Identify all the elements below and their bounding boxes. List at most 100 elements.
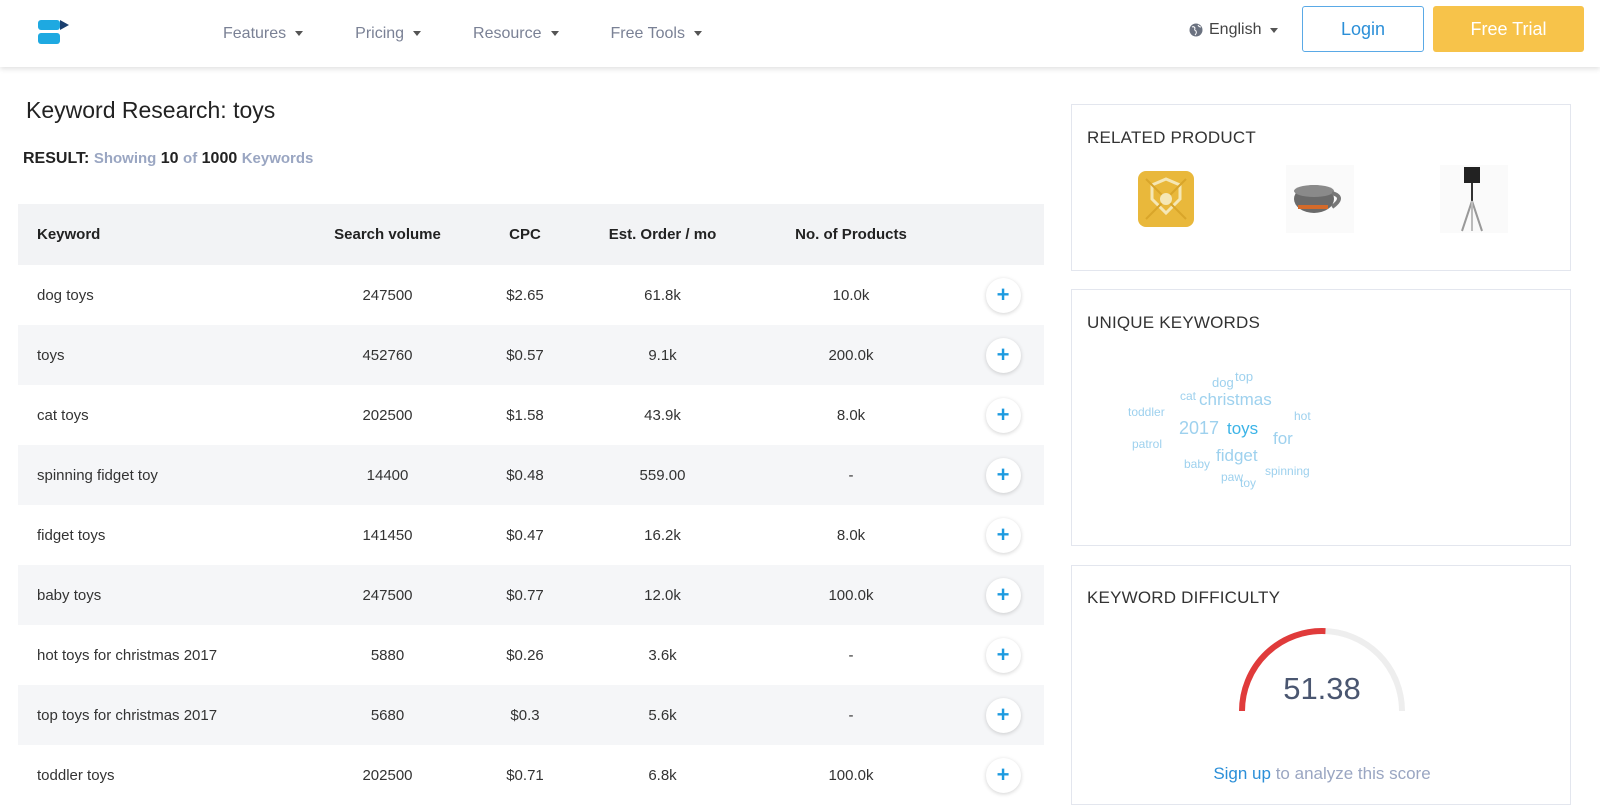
page-title: Keyword Research: toys <box>26 97 276 123</box>
nav-features-label: Features <box>223 24 287 42</box>
add-keyword-button[interactable]: + <box>985 697 1021 733</box>
unique-keywords-panel: UNIQUE KEYWORDS dog top cat christmas to… <box>1071 289 1571 546</box>
cloud-word[interactable]: toys <box>1227 419 1258 439</box>
cell-no-of-products: 10.0k <box>832 286 870 304</box>
table-row: dog toys 247500 $2.65 61.8k 10.0k + <box>18 265 1044 325</box>
free-trial-button[interactable]: Free Trial <box>1433 6 1584 52</box>
nav-free-tools[interactable]: Free Tools <box>611 25 702 43</box>
cell-cpc: $2.65 <box>506 286 544 304</box>
globe-icon <box>1189 23 1203 37</box>
cloud-word[interactable]: baby <box>1184 457 1210 471</box>
related-product-panel: RELATED PRODUCT <box>1071 104 1571 271</box>
row-action: + <box>962 337 1044 373</box>
cell-cpc: $0.26 <box>506 646 544 664</box>
brand-logo-icon[interactable] <box>36 18 76 46</box>
result-label: RESULT: <box>23 150 90 167</box>
cell-search-volume: 5880 <box>370 646 405 664</box>
header-keyword[interactable]: Keyword <box>18 226 310 243</box>
chevron-down-icon <box>295 31 304 36</box>
add-keyword-button[interactable]: + <box>985 757 1021 793</box>
table-row: spinning fidget toy 14400 $0.48 559.00 - + <box>18 445 1044 505</box>
table-row: baby toys 247500 $0.77 12.0k 100.0k + <box>18 565 1044 625</box>
cloud-word[interactable]: hot <box>1294 409 1311 423</box>
cloud-word[interactable]: toddler <box>1128 405 1165 419</box>
chevron-down-icon <box>1270 27 1279 33</box>
cell-search-volume: 247500 <box>362 586 413 604</box>
nav-free-tools-label: Free Tools <box>610 24 685 42</box>
cell-keyword: fidget toys <box>37 526 106 544</box>
cell-keyword: dog toys <box>37 286 94 304</box>
table-body: dog toys 247500 $2.65 61.8k 10.0k + toys 452760… <box>18 265 1044 805</box>
cloud-word[interactable]: 2017 <box>1179 418 1219 439</box>
difficulty-score: 51.38 <box>1283 671 1361 706</box>
cell-no-of-products: 200.0k <box>828 346 874 364</box>
row-action: + <box>962 697 1044 733</box>
table-row: hot toys for christmas 2017 5880 $0.26 3.6k… <box>18 625 1044 685</box>
nav-resource[interactable]: Resource <box>473 24 559 43</box>
chevron-down-icon <box>693 31 702 36</box>
cell-est-order: 43.9k <box>644 406 681 424</box>
cloud-word[interactable]: dog <box>1212 375 1234 390</box>
add-keyword-button[interactable]: + <box>985 397 1021 433</box>
nav-resource-label: Resource <box>473 24 542 42</box>
cell-keyword: baby toys <box>37 586 102 604</box>
table-header-row: Keyword Search volume CPC Est. Order / m… <box>18 204 1044 265</box>
login-button[interactable]: Login <box>1302 6 1424 52</box>
cell-est-order: 16.2k <box>644 526 681 544</box>
cloud-word[interactable]: cat <box>1180 389 1196 403</box>
product-pillow-image[interactable] <box>1132 165 1200 233</box>
cell-keyword: hot toys for christmas 2017 <box>37 646 218 664</box>
header-no-of-products[interactable]: No. of Products <box>740 226 962 243</box>
chevron-down-icon <box>550 31 559 36</box>
add-keyword-button[interactable]: + <box>985 277 1021 313</box>
total-count: 1000 <box>201 150 238 167</box>
cloud-word[interactable]: toy <box>1240 476 1256 490</box>
cloud-word[interactable]: fidget <box>1216 446 1258 466</box>
cell-cpc: $0.3 <box>510 706 540 724</box>
cloud-word[interactable]: for <box>1273 429 1293 449</box>
row-action: + <box>962 517 1044 553</box>
cell-no-of-products: 8.0k <box>836 406 866 424</box>
cell-search-volume: 452760 <box>362 346 413 364</box>
cell-keyword: spinning fidget toy <box>37 466 158 484</box>
cloud-word[interactable]: spinning <box>1265 464 1310 478</box>
cloud-word[interactable]: top <box>1235 369 1253 384</box>
signup-link[interactable]: Sign up <box>1213 764 1271 783</box>
cloud-word[interactable]: christmas <box>1199 390 1272 410</box>
add-keyword-button[interactable]: + <box>985 457 1021 493</box>
cell-cpc: $0.47 <box>506 526 544 544</box>
product-lamp-image[interactable] <box>1440 165 1508 233</box>
nav-pricing-label: Pricing <box>355 24 405 42</box>
cell-search-volume: 5680 <box>370 706 405 724</box>
header-search-volume[interactable]: Search volume <box>310 226 465 243</box>
header-est-order[interactable]: Est. Order / mo <box>585 226 740 243</box>
result-summary: RESULT: Showing 10 of 1000 Keywords <box>23 150 313 168</box>
cell-no-of-products: - <box>848 706 854 724</box>
add-keyword-button[interactable]: + <box>985 337 1021 373</box>
cell-est-order: 3.6k <box>648 646 677 664</box>
cell-keyword: top toys for christmas 2017 <box>37 706 218 724</box>
cell-est-order: 9.1k <box>648 346 677 364</box>
nav-features[interactable]: Features <box>223 24 304 43</box>
signup-rest-text: to analyze this score <box>1270 764 1431 783</box>
table-row: toys 452760 $0.57 9.1k 200.0k + <box>18 325 1044 385</box>
cell-no-of-products: - <box>848 646 854 664</box>
cell-search-volume: 14400 <box>366 466 409 484</box>
cell-search-volume: 247500 <box>362 286 413 304</box>
add-keyword-button[interactable]: + <box>985 577 1021 613</box>
keyword-table: Keyword Search volume CPC Est. Order / m… <box>18 204 1044 805</box>
keywords-text: Keywords <box>241 150 314 167</box>
row-action: + <box>962 277 1044 313</box>
cell-keyword: cat toys <box>37 406 89 424</box>
product-mug-image[interactable] <box>1286 165 1354 233</box>
cell-cpc: $0.71 <box>506 766 544 784</box>
cloud-word[interactable]: patrol <box>1132 437 1162 451</box>
add-keyword-button[interactable]: + <box>985 637 1021 673</box>
cell-est-order: 5.6k <box>648 706 677 724</box>
top-navigation-bar: Features Pricing Resource Free Tools Eng… <box>0 0 1600 67</box>
nav-pricing[interactable]: Pricing <box>355 24 422 43</box>
language-selector[interactable]: English <box>1189 0 1279 60</box>
cell-keyword: toddler toys <box>37 766 115 784</box>
header-cpc[interactable]: CPC <box>465 226 585 243</box>
add-keyword-button[interactable]: + <box>985 517 1021 553</box>
